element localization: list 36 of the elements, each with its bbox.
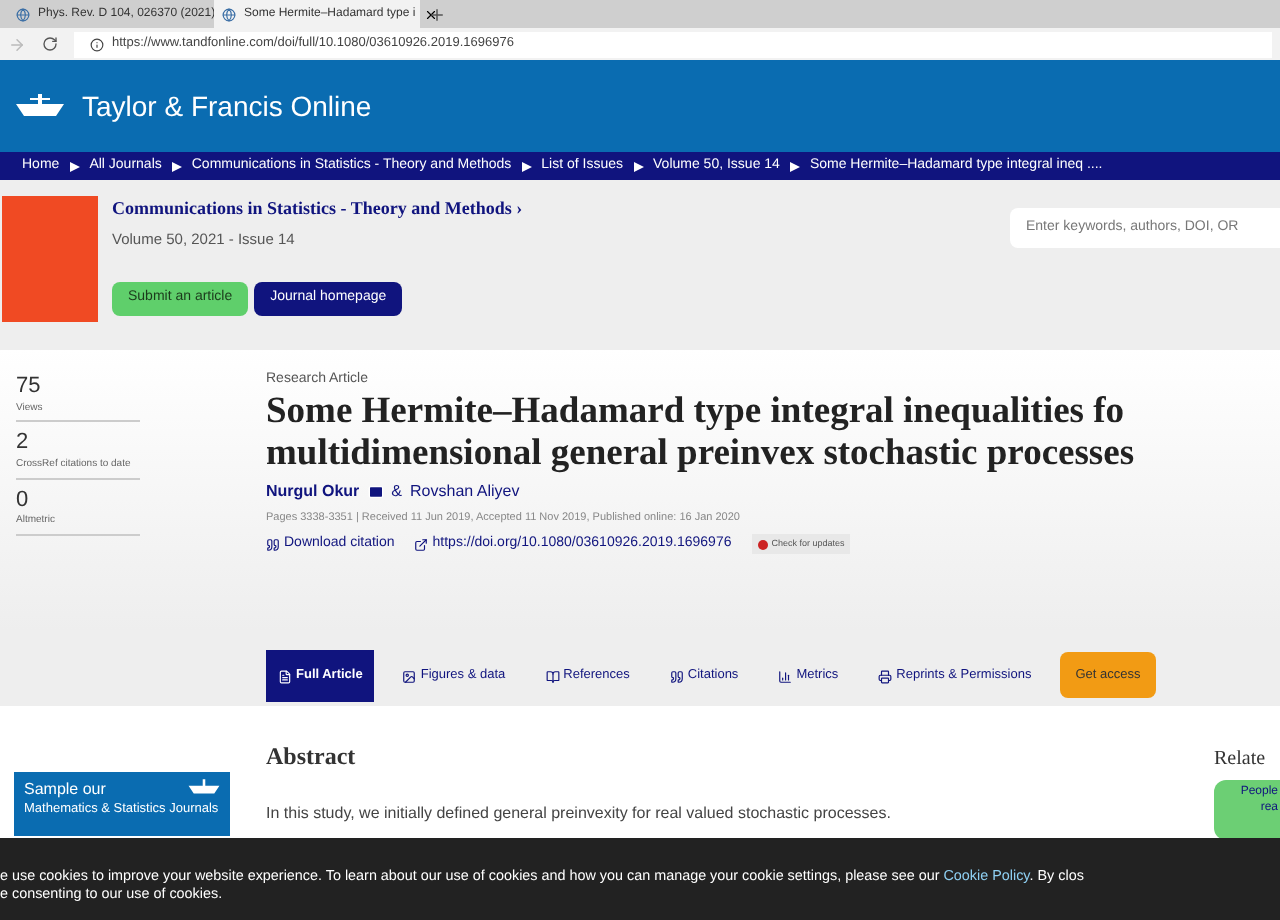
- page-icon: [222, 7, 236, 21]
- quote-icon: [669, 669, 684, 683]
- close-icon[interactable]: [423, 7, 438, 21]
- book-icon: [545, 669, 560, 683]
- author-link[interactable]: Nurgul Okur: [266, 479, 360, 503]
- site-logo-text: Taylor & Francis Online: [82, 87, 372, 126]
- author-separator: &: [391, 479, 403, 503]
- printer-icon: [878, 669, 893, 683]
- boat-logo-icon: [14, 92, 66, 120]
- quote-icon: [266, 537, 280, 551]
- badge-icon: [757, 539, 768, 549]
- journal-cover: [2, 196, 98, 322]
- info-icon: [90, 37, 104, 51]
- triangle-icon: [633, 161, 644, 171]
- bar-chart-icon: [778, 669, 793, 683]
- boat-logo-icon: [186, 778, 222, 796]
- new-tab-icon[interactable]: [428, 6, 446, 24]
- document-icon: [278, 669, 292, 683]
- promo-title: Sample our: [24, 778, 106, 802]
- journal-title[interactable]: Communications in Statistics - Theory and Methods ›: [112, 196, 523, 223]
- metric-value: 0: [16, 487, 31, 515]
- triangle-icon: [171, 161, 182, 171]
- triangle-icon: [521, 161, 532, 171]
- page-icon: [16, 7, 30, 21]
- author-link[interactable]: Rovshan Aliyev: [410, 479, 520, 503]
- triangle-icon: [69, 161, 80, 171]
- article-title: Some Hermite–Hadamard type integral inequalities fo multidimensional general preinvex stochastic processes: [266, 391, 1137, 475]
- abstract-text: In this study, we initially defined general preinvexity for real valued stochastic processes.: [266, 802, 893, 826]
- image-icon: [402, 669, 417, 683]
- related-heading: Relate: [1214, 746, 1268, 774]
- metric-value: 2: [16, 430, 31, 458]
- reload-icon[interactable]: [42, 36, 58, 52]
- triangle-icon: [789, 161, 800, 171]
- external-link-icon: [414, 537, 429, 551]
- metric-value: 75: [16, 374, 43, 402]
- abstract-heading: Abstract: [266, 740, 358, 774]
